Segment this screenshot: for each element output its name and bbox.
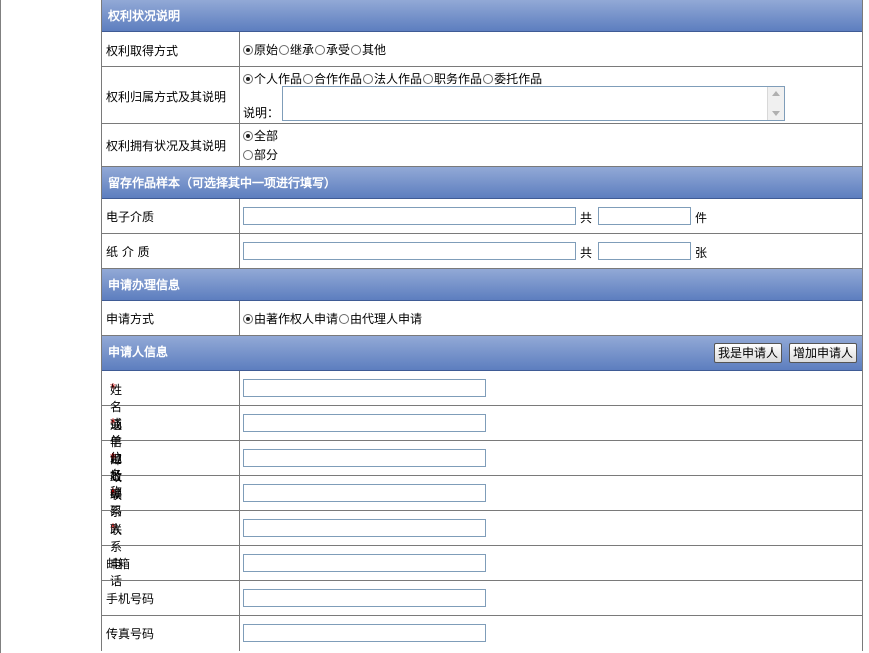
section-title: 留存作品样本（可选择其中一项进行填写） xyxy=(108,176,337,190)
radio-icon xyxy=(339,314,350,324)
radio-selected-icon xyxy=(243,314,253,324)
copyright-application-form: 权利状况说明 权利取得方式 原始 继承 承受 其他 权利归属方式及其说明 个人作品 合作… xyxy=(101,0,863,651)
row-sample-electronic: 电子介质 共 件 xyxy=(102,199,862,234)
section-header-rights: 权利状况说明 xyxy=(102,0,862,32)
radio-option-all[interactable]: 全部 xyxy=(243,127,278,144)
field-label: 权利拥有状况及其说明 xyxy=(106,139,227,153)
total-label: 共 xyxy=(580,246,593,260)
row-applicant-address: * 通信地址 xyxy=(102,406,862,483)
field-label: 权利归属方式及其说明 xyxy=(106,90,227,104)
field-label: 电子介质 xyxy=(106,210,155,224)
row-applicant-phone: * 联系电话 xyxy=(102,511,862,588)
applicant-email-input[interactable] xyxy=(243,554,486,572)
radio-icon xyxy=(423,74,434,84)
radio-option-partial[interactable]: 部分 xyxy=(243,146,278,163)
unit-label: 张 xyxy=(695,246,708,260)
radio-selected-icon xyxy=(243,74,253,84)
section-header-applicant: 申请人信息 我是申请人 增加申请人 xyxy=(102,336,862,371)
paper-sample-input[interactable] xyxy=(243,242,576,260)
applicant-mobile-input[interactable] xyxy=(243,589,486,607)
radio-icon xyxy=(351,45,362,55)
radio-option-legal-person[interactable]: 法人作品 xyxy=(363,70,422,87)
textarea-scrollbar[interactable] xyxy=(767,87,784,120)
radio-option-by-owner[interactable]: 由著作权人申请 xyxy=(243,310,338,327)
unit-label: 件 xyxy=(695,211,708,225)
radio-selected-icon xyxy=(243,45,253,55)
radio-icon xyxy=(279,45,290,55)
radio-selected-icon xyxy=(243,131,253,141)
scroll-down-icon[interactable] xyxy=(772,111,780,116)
field-label: 纸 介 质 xyxy=(106,245,150,259)
field-label: 权利取得方式 xyxy=(106,44,179,58)
radio-icon xyxy=(303,74,314,84)
radio-icon xyxy=(243,150,253,160)
radio-option-personal[interactable]: 个人作品 xyxy=(243,70,302,87)
applicant-phone-input[interactable] xyxy=(243,519,486,537)
row-applicant-email: 邮箱 xyxy=(102,546,862,581)
paper-count-input[interactable] xyxy=(598,242,691,260)
row-sample-paper: 纸 介 质 共 张 xyxy=(102,234,862,269)
field-label: 邮箱 xyxy=(106,557,131,571)
applicant-contact-input[interactable] xyxy=(243,484,486,502)
add-applicant-button[interactable]: 增加申请人 xyxy=(789,343,858,363)
ownership-note-textarea[interactable] xyxy=(282,86,785,121)
row-rights-acquire: 权利取得方式 原始 继承 承受 其他 xyxy=(102,32,862,67)
electronic-sample-input[interactable] xyxy=(243,207,576,225)
radio-icon xyxy=(363,74,374,84)
row-applicant-contact: * 联系人 xyxy=(102,476,862,536)
radio-group-acquire: 原始 继承 承受 其他 xyxy=(243,41,387,58)
radio-option-inherit[interactable]: 继承 xyxy=(279,41,314,58)
row-applicant-postcode: * 邮政编码 xyxy=(102,441,862,518)
applicant-fax-input[interactable] xyxy=(243,624,486,642)
radio-option-by-agent[interactable]: 由代理人申请 xyxy=(339,310,422,327)
note-label: 说明： xyxy=(243,106,280,120)
applicant-postcode-input[interactable] xyxy=(243,449,486,467)
row-rights-holding: 权利拥有状况及其说明 全部 部分 xyxy=(102,124,862,167)
row-application-method: 申请方式 由著作权人申请 由代理人申请 xyxy=(102,301,862,336)
radio-icon xyxy=(483,74,494,84)
section-header-handling: 申请办理信息 xyxy=(102,269,862,301)
radio-group-method: 由著作权人申请 由代理人申请 xyxy=(243,310,423,327)
section-title: 申请人信息 xyxy=(108,345,169,359)
i-am-applicant-button[interactable]: 我是申请人 xyxy=(714,343,783,363)
radio-group-ownership: 个人作品 合作作品 法人作品 职务作品 委托作品 xyxy=(243,70,543,87)
section-title: 权利状况说明 xyxy=(108,9,181,23)
radio-option-other[interactable]: 其他 xyxy=(351,41,386,58)
radio-option-duty[interactable]: 职务作品 xyxy=(423,70,482,87)
row-applicant-mobile: 手机号码 xyxy=(102,581,862,616)
electronic-count-input[interactable] xyxy=(598,207,691,225)
radio-option-commissioned[interactable]: 委托作品 xyxy=(483,70,542,87)
section-header-sample: 留存作品样本（可选择其中一项进行填写） xyxy=(102,167,862,199)
field-label: 手机号码 xyxy=(106,592,155,606)
scroll-up-icon[interactable] xyxy=(772,91,780,96)
field-label: 申请方式 xyxy=(106,312,155,326)
section-title: 申请办理信息 xyxy=(108,278,181,292)
left-border xyxy=(0,0,1,653)
row-rights-ownership: 权利归属方式及其说明 个人作品 合作作品 法人作品 职务作品 委托作品 说明： xyxy=(102,67,862,124)
field-label: 传真号码 xyxy=(106,627,155,641)
applicant-address-input[interactable] xyxy=(243,414,486,432)
radio-option-original[interactable]: 原始 xyxy=(243,41,278,58)
row-applicant-fax: 传真号码 xyxy=(102,616,862,651)
applicant-name-input[interactable] xyxy=(243,379,486,397)
total-label: 共 xyxy=(580,211,593,225)
row-applicant-name: * 姓名或单位名称 xyxy=(102,371,862,499)
radio-option-accept[interactable]: 承受 xyxy=(315,41,350,58)
radio-icon xyxy=(315,45,326,55)
radio-option-cooperative[interactable]: 合作作品 xyxy=(303,70,362,87)
